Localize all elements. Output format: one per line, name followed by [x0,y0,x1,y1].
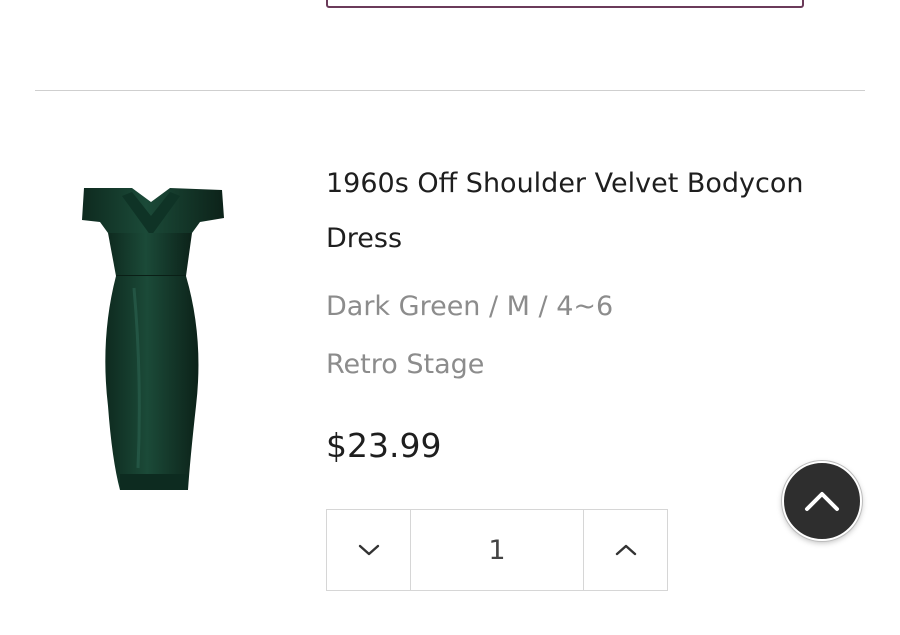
quantity-value[interactable]: 1 [411,510,583,590]
quantity-stepper: 1 [326,509,668,591]
product-price: $23.99 [326,426,442,465]
scroll-to-top-button[interactable] [782,461,862,541]
chevron-up-icon [805,492,839,511]
chevron-down-icon [358,544,379,556]
product-variant: Dark Green / M / 4~6 [326,291,614,322]
previous-section-button[interactable] [326,0,804,8]
product-vendor: Retro Stage [326,349,485,380]
quantity-increase-button[interactable] [583,510,667,590]
product-image[interactable] [72,178,230,496]
chevron-up-icon [615,544,636,556]
divider [35,90,865,91]
product-title[interactable]: 1960s Off Shoulder Velvet Bodycon Dress [326,156,846,266]
quantity-decrease-button[interactable] [327,510,411,590]
dress-image [82,188,224,490]
